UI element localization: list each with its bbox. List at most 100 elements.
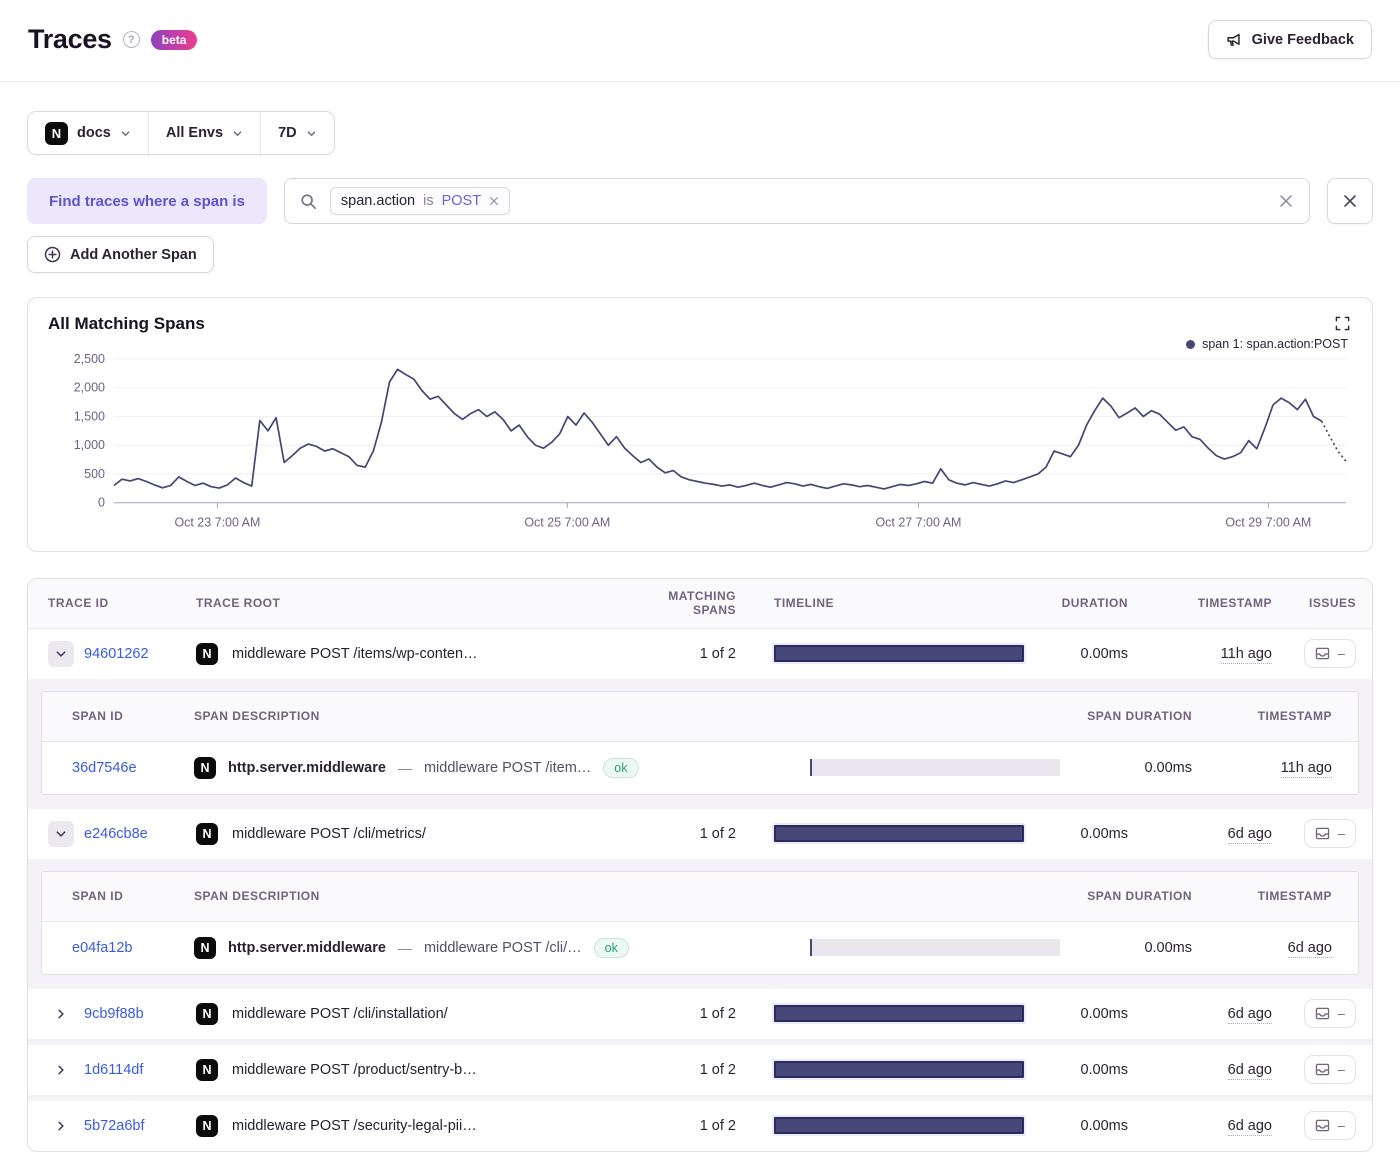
nextjs-logo-icon: N bbox=[196, 643, 218, 665]
span-description-text: middleware POST /cli/… bbox=[424, 940, 582, 956]
all-matching-spans-panel: All Matching Spans span 1: span.action:P… bbox=[27, 297, 1373, 552]
chevron-right-icon bbox=[55, 1008, 67, 1020]
issues-button[interactable]: – bbox=[1304, 999, 1356, 1028]
matching-spans-cell: 1 of 2 bbox=[632, 826, 736, 842]
trace-root-cell: Nmiddleware POST /cli/installation/ bbox=[196, 1003, 632, 1025]
timestamp-cell: 6d ago bbox=[1128, 1117, 1272, 1134]
expand-row-toggle[interactable] bbox=[48, 1057, 74, 1083]
col-timeline: Timeline bbox=[736, 596, 1028, 610]
span-search-input[interactable]: span.action is POST bbox=[284, 178, 1310, 224]
trace-row: 94601262 Nmiddleware POST /items/wp-conte… bbox=[28, 629, 1372, 679]
issues-button[interactable]: – bbox=[1304, 639, 1356, 668]
give-feedback-label: Give Feedback bbox=[1252, 32, 1354, 48]
duration-cell: 0.00ms bbox=[1028, 646, 1128, 662]
trace-root-cell: Nmiddleware POST /security-legal-pii… bbox=[196, 1115, 632, 1137]
search-clear-icon[interactable] bbox=[1278, 193, 1294, 209]
trace-root-text: middleware POST /product/sentry-b… bbox=[232, 1062, 477, 1078]
remove-span-filter-button[interactable] bbox=[1327, 178, 1373, 224]
trace-row: 5b72a6bf Nmiddleware POST /security-legal… bbox=[28, 1101, 1372, 1151]
span-id-link[interactable]: 36d7546e bbox=[72, 760, 194, 776]
col-duration: Duration bbox=[1028, 596, 1128, 610]
svg-text:1,000: 1,000 bbox=[74, 438, 105, 452]
issues-empty-dash: – bbox=[1338, 1062, 1345, 1077]
token-remove-icon[interactable] bbox=[489, 196, 499, 206]
col-issues: Issues bbox=[1272, 596, 1356, 610]
span-row: e04fa12bNhttp.server.middleware—middlewa… bbox=[42, 922, 1358, 974]
matching-spans-cell: 1 of 2 bbox=[632, 1118, 736, 1134]
chart-title: All Matching Spans bbox=[48, 314, 205, 334]
trace-root-cell: Nmiddleware POST /items/wp-conten… bbox=[196, 643, 632, 665]
inbox-icon bbox=[1315, 827, 1330, 840]
trace-id-link[interactable]: 9cb9f88b bbox=[84, 1006, 144, 1022]
svg-text:Oct 27 7:00 AM: Oct 27 7:00 AM bbox=[875, 516, 961, 530]
duration-cell: 0.00ms bbox=[1028, 826, 1128, 842]
duration-cell: 0.00ms bbox=[1028, 1062, 1128, 1078]
trace-group: 5b72a6bf Nmiddleware POST /security-legal… bbox=[28, 1101, 1372, 1151]
spans-line-chart: 05001,0001,5002,0002,500Oct 23 7:00 AMOc… bbox=[48, 353, 1352, 539]
svg-text:Oct 25 7:00 AM: Oct 25 7:00 AM bbox=[524, 516, 610, 530]
matching-spans-cell: 1 of 2 bbox=[632, 646, 736, 662]
timestamp-text[interactable]: 6d ago bbox=[1228, 826, 1272, 844]
span-description-cell: Nhttp.server.middleware—middleware POST … bbox=[194, 937, 790, 959]
expand-row-toggle[interactable] bbox=[48, 1001, 74, 1027]
timeline-cell bbox=[736, 1117, 1028, 1134]
span-description-cell: Nhttp.server.middleware—middleware POST … bbox=[194, 757, 790, 779]
page-filter-bar: N docs All Envs 7D bbox=[27, 111, 335, 155]
span-timestamp-cell: 11h ago bbox=[1192, 759, 1332, 776]
collapse-row-toggle[interactable] bbox=[48, 821, 74, 847]
give-feedback-button[interactable]: Give Feedback bbox=[1208, 20, 1372, 59]
environment-selector[interactable]: All Envs bbox=[148, 112, 260, 154]
table-body: 94601262 Nmiddleware POST /items/wp-conte… bbox=[28, 629, 1372, 1151]
issues-empty-dash: – bbox=[1338, 1006, 1345, 1021]
issues-empty-dash: – bbox=[1338, 646, 1345, 661]
timestamp-text[interactable]: 6d ago bbox=[1228, 1062, 1272, 1080]
issues-button[interactable]: – bbox=[1304, 819, 1356, 848]
span-query-row: Find traces where a span is span.action … bbox=[27, 178, 1373, 224]
svg-text:1,500: 1,500 bbox=[74, 409, 105, 423]
trace-group: e246cb8eNmiddleware POST /cli/metrics/1 … bbox=[28, 809, 1372, 983]
issues-empty-dash: – bbox=[1338, 1118, 1345, 1133]
expand-row-toggle[interactable] bbox=[48, 1113, 74, 1139]
separator: — bbox=[398, 760, 412, 776]
chevron-right-icon bbox=[55, 1064, 67, 1076]
help-icon[interactable]: ? bbox=[123, 31, 140, 48]
date-range-selector[interactable]: 7D bbox=[260, 112, 334, 154]
trace-id-link[interactable]: 94601262 bbox=[84, 646, 149, 662]
col-span-id: Span ID bbox=[72, 889, 194, 903]
col-span-timestamp: Timestamp bbox=[1192, 709, 1332, 723]
separator: — bbox=[398, 940, 412, 956]
trace-id-cell: 9cb9f88b bbox=[48, 1001, 196, 1027]
issues-button[interactable]: – bbox=[1304, 1111, 1356, 1140]
matching-spans-cell: 1 of 2 bbox=[632, 1006, 736, 1022]
environment-name: All Envs bbox=[166, 125, 223, 141]
timestamp-text[interactable]: 6d ago bbox=[1228, 1006, 1272, 1024]
collapse-row-toggle[interactable] bbox=[48, 641, 74, 667]
timestamp-text[interactable]: 6d ago bbox=[1288, 940, 1332, 958]
timestamp-text[interactable]: 11h ago bbox=[1281, 760, 1332, 778]
timestamp-text[interactable]: 6d ago bbox=[1228, 1118, 1272, 1136]
trace-id-link[interactable]: 1d6114df bbox=[84, 1062, 143, 1078]
issues-button[interactable]: – bbox=[1304, 1055, 1356, 1084]
trace-id-link[interactable]: 5b72a6bf bbox=[84, 1118, 144, 1134]
add-another-span-button[interactable]: Add Another Span bbox=[27, 236, 214, 273]
svg-text:500: 500 bbox=[84, 467, 105, 481]
issues-cell: – bbox=[1272, 1055, 1356, 1084]
timeline-cell bbox=[736, 1005, 1028, 1022]
trace-root-text: middleware POST /security-legal-pii… bbox=[232, 1118, 477, 1134]
table-header-row: Trace ID Trace Root Matching Spans Timel… bbox=[28, 579, 1372, 629]
project-selector[interactable]: N docs bbox=[28, 112, 148, 154]
span-description-text: middleware POST /item… bbox=[424, 760, 591, 776]
timeline-bar bbox=[774, 825, 1024, 842]
filter-token[interactable]: span.action is POST bbox=[330, 187, 510, 215]
timestamp-text[interactable]: 11h ago bbox=[1221, 646, 1272, 664]
date-range-value: 7D bbox=[278, 125, 297, 141]
trace-id-link[interactable]: e246cb8e bbox=[84, 826, 148, 842]
span-id-link[interactable]: e04fa12b bbox=[72, 940, 194, 956]
legend-item-span1[interactable]: span 1: span.action:POST bbox=[48, 337, 1348, 351]
col-trace-id: Trace ID bbox=[48, 596, 196, 610]
trace-row: 9cb9f88b Nmiddleware POST /cli/installati… bbox=[28, 989, 1372, 1039]
issues-empty-dash: – bbox=[1338, 826, 1345, 841]
span-header-row: Span IDSpan DescriptionSpan DurationTime… bbox=[42, 872, 1358, 922]
fullscreen-icon[interactable] bbox=[1333, 314, 1352, 336]
timestamp-cell: 6d ago bbox=[1128, 1061, 1272, 1078]
